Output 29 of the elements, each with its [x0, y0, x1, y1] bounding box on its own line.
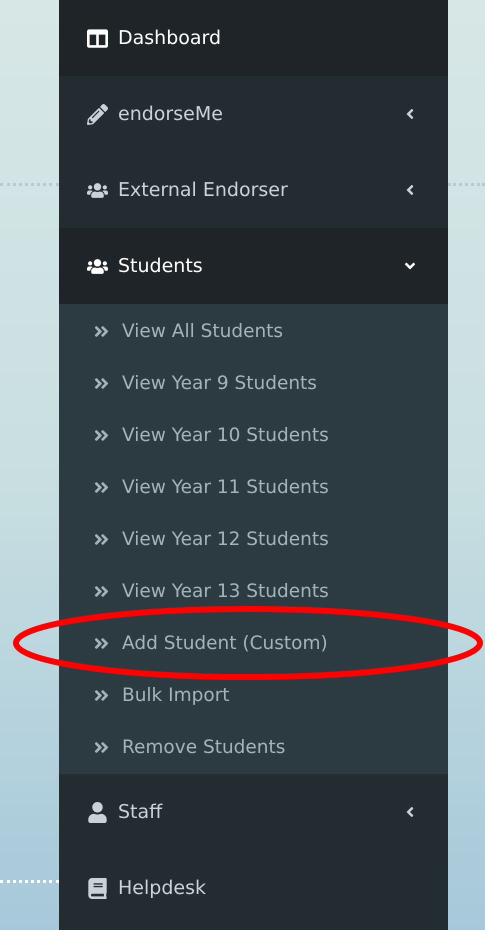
submenu-item[interactable]: View Year 13 Students	[59, 565, 448, 617]
submenu-item[interactable]: View Year 11 Students	[59, 461, 448, 513]
submenu-label: Remove Students	[122, 736, 286, 758]
columns-icon	[87, 28, 108, 48]
submenu-label: View Year 10 Students	[122, 424, 329, 446]
submenu-item[interactable]: View Year 9 Students	[59, 357, 448, 409]
menu-label: Helpdesk	[118, 877, 207, 899]
menu-label: Dashboard	[118, 27, 222, 49]
submenu-label: View All Students	[122, 320, 284, 342]
submenu-label: View Year 13 Students	[122, 580, 329, 602]
menu-item[interactable]: Students	[59, 228, 448, 304]
menu-label: External Endorser	[118, 179, 289, 201]
pencil-icon	[87, 104, 108, 124]
submenu-item[interactable]: Bulk Import	[59, 669, 448, 721]
menu-label: Staff	[118, 801, 164, 823]
menu-label: Students	[118, 255, 204, 277]
user-icon	[87, 802, 108, 822]
submenu-label: View Year 11 Students	[122, 476, 329, 498]
submenu-item[interactable]: View Year 12 Students	[59, 513, 448, 565]
submenu-label: View Year 12 Students	[122, 528, 329, 550]
submenu-item[interactable]: Remove Students	[59, 721, 448, 773]
submenu-item[interactable]: View Year 10 Students	[59, 409, 448, 461]
submenu-label: View Year 9 Students	[122, 372, 317, 394]
menu-item[interactable]: Dashboard	[59, 0, 448, 76]
submenu-label: Add Student (Custom)	[122, 632, 328, 654]
submenu-label: Bulk Import	[122, 684, 230, 706]
book-icon	[87, 878, 108, 898]
menu-label: endorseMe	[118, 103, 224, 125]
submenu-item[interactable]: View All Students	[59, 305, 448, 357]
